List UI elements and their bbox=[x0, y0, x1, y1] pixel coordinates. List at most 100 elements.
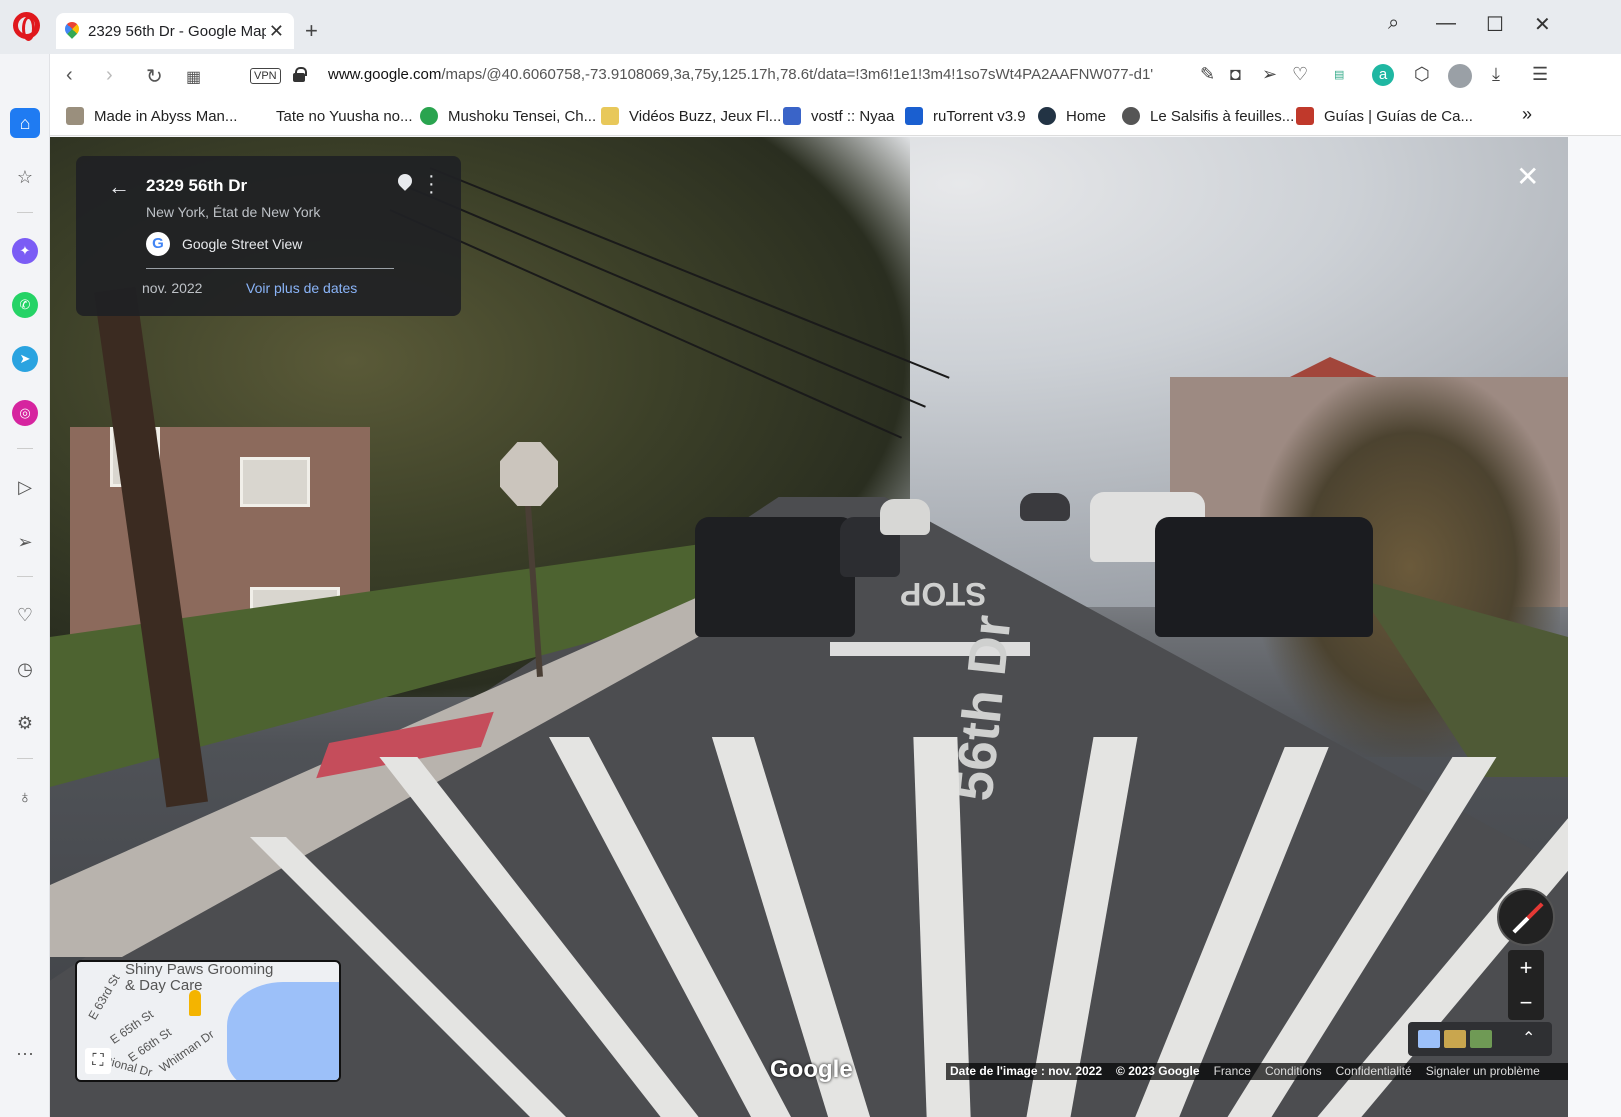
invid-extension-icon[interactable]: ▤ bbox=[1334, 68, 1344, 81]
sidebar-divider bbox=[17, 448, 33, 449]
copyright: © 2023 Google bbox=[1116, 1064, 1200, 1078]
history-icon[interactable]: ◷ bbox=[12, 656, 38, 682]
google-watermark: Google bbox=[770, 1056, 853, 1083]
sidebar-divider bbox=[17, 758, 33, 759]
image-date: Date de l'image : nov. 2022 bbox=[950, 1064, 1103, 1078]
google-logo-icon: G bbox=[146, 232, 170, 256]
back-arrow-icon[interactable]: ← bbox=[108, 174, 130, 200]
bookmark-item[interactable]: Mushoku Tensei, Ch... bbox=[420, 107, 596, 125]
minimap[interactable]: Shiny Paws Grooming & Day Care E 63rd St… bbox=[75, 960, 341, 1082]
address-toolbar: ‹ › ↻ ▦ VPN www.google.com/maps/@40.6060… bbox=[50, 54, 1621, 98]
close-street-view-icon[interactable]: ✕ bbox=[1516, 160, 1539, 193]
telegram-icon[interactable]: ➤ bbox=[12, 346, 38, 372]
download-icon[interactable]: ⤓ bbox=[1492, 64, 1500, 85]
bookmark-item[interactable]: Vidéos Buzz, Jeux Fl... bbox=[601, 107, 781, 125]
zoom-controls: + − bbox=[1508, 950, 1544, 1020]
provider-label: Google Street View bbox=[182, 236, 303, 252]
report-link[interactable]: Signaler un problème bbox=[1426, 1063, 1540, 1080]
minimap-water bbox=[227, 982, 339, 1080]
satellite-thumb-icon[interactable] bbox=[1444, 1030, 1466, 1048]
address-title: 2329 56th Dr bbox=[146, 176, 248, 195]
bookmark-favicon bbox=[420, 107, 438, 125]
snapshot-icon[interactable]: ◘ bbox=[1230, 64, 1241, 85]
terms-link[interactable]: Conditions bbox=[1265, 1063, 1322, 1080]
road-marking-stop: STOP bbox=[900, 576, 987, 612]
bookmark-label: Guías | Guías de Ca... bbox=[1324, 107, 1473, 125]
bookmark-item[interactable]: Made in Abyss Man... bbox=[66, 107, 237, 125]
extension-a-icon[interactable]: a bbox=[1372, 64, 1394, 86]
bookmark-favicon bbox=[66, 107, 84, 125]
parked-suv bbox=[1155, 517, 1373, 637]
zoom-out-button[interactable]: − bbox=[1508, 985, 1544, 1020]
bookmark-item[interactable]: ruTorrent v3.9 bbox=[905, 107, 1026, 125]
expand-up-icon[interactable]: ⌃ bbox=[1522, 1028, 1535, 1048]
bookmark-label: ruTorrent v3.9 bbox=[933, 107, 1026, 125]
close-window-button[interactable]: ✕ bbox=[1534, 12, 1551, 37]
bookmark-favicon bbox=[1296, 107, 1314, 125]
zoom-in-button[interactable]: + bbox=[1508, 950, 1544, 985]
more-options-icon[interactable]: · · · bbox=[428, 166, 435, 202]
heart-icon[interactable]: ♡ bbox=[1292, 64, 1308, 85]
bookmark-item[interactable]: Le Salsifis à feuilles... bbox=[1122, 107, 1294, 125]
capture-date[interactable]: nov. 2022 bbox=[142, 280, 202, 296]
minimap-poi-label: Shiny Paws Grooming & Day Care bbox=[125, 962, 273, 994]
bookmark-label: Tate no Yuusha no... bbox=[276, 107, 413, 125]
star-icon[interactable]: ☆ bbox=[12, 164, 38, 190]
extensions-cube-icon[interactable]: ⬡ bbox=[1414, 64, 1430, 85]
compass-icon[interactable] bbox=[1497, 888, 1555, 946]
bookmark-item[interactable]: Home bbox=[1038, 107, 1106, 125]
player-icon[interactable]: ▷ bbox=[12, 474, 38, 500]
profile-avatar[interactable] bbox=[1448, 64, 1472, 88]
bookmark-item[interactable]: Tate no Yuusha no... bbox=[248, 107, 413, 125]
bookmark-label: vostf :: Nyaa bbox=[811, 107, 895, 125]
bookmark-item[interactable]: Guías | Guías de Ca... bbox=[1296, 107, 1473, 125]
tab-close-icon[interactable]: ✕ bbox=[269, 21, 284, 42]
more-icon[interactable]: ··· bbox=[12, 1040, 38, 1066]
maximize-button[interactable]: ☐ bbox=[1486, 12, 1504, 37]
bookmark-favicon bbox=[248, 107, 266, 125]
bookmark-favicon bbox=[1038, 107, 1056, 125]
vpn-badge[interactable]: VPN bbox=[250, 68, 281, 84]
bulb-icon[interactable]: ♁ bbox=[12, 784, 38, 810]
house-window bbox=[240, 457, 310, 507]
bookmark-item[interactable]: vostf :: Nyaa bbox=[783, 107, 894, 125]
forward-icon[interactable]: › bbox=[106, 64, 113, 87]
edit-icon[interactable]: ✎ bbox=[1200, 64, 1215, 85]
reload-icon[interactable]: ↻ bbox=[146, 64, 163, 89]
streetview-thumb-icon[interactable] bbox=[1470, 1030, 1492, 1048]
new-tab-button[interactable]: + bbox=[305, 18, 318, 44]
heart-icon[interactable]: ♡ bbox=[12, 602, 38, 628]
lock-icon[interactable] bbox=[293, 67, 307, 82]
settings-icon[interactable]: ⚙ bbox=[12, 710, 38, 736]
expand-map-icon[interactable]: ⛶ bbox=[85, 1048, 111, 1074]
minimize-button[interactable]: — bbox=[1436, 12, 1456, 35]
map-thumb-icon[interactable] bbox=[1418, 1030, 1440, 1048]
search-tabs-icon[interactable]: ⌕ bbox=[1388, 12, 1399, 35]
tab-grid-icon[interactable]: ▦ bbox=[186, 67, 201, 87]
back-icon[interactable]: ‹ bbox=[66, 64, 73, 87]
opera-menu-icon[interactable] bbox=[13, 12, 40, 41]
country-link[interactable]: France bbox=[1214, 1063, 1251, 1080]
send-icon[interactable]: ➢ bbox=[12, 529, 38, 555]
street-view-info-card: ← 2329 56th Dr · · · New York, État de New… bbox=[76, 156, 461, 316]
home-icon[interactable]: ⌂ bbox=[10, 108, 40, 138]
easy-setup-icon[interactable]: ☰ bbox=[1532, 64, 1548, 85]
see-more-dates-link[interactable]: Voir plus de dates bbox=[246, 280, 357, 296]
send-icon[interactable]: ➢ bbox=[1262, 64, 1277, 85]
map-pin-icon[interactable] bbox=[398, 174, 412, 194]
whatsapp-icon[interactable]: ✆ bbox=[12, 292, 38, 318]
url-path: /maps/@40.6060758,-73.9108069,3a,75y,125… bbox=[441, 66, 1154, 83]
messenger-icon[interactable]: ✦ bbox=[12, 238, 38, 264]
bookmark-label: Le Salsifis à feuilles... bbox=[1150, 107, 1295, 125]
bookmarks-bar: Made in Abyss Man... Tate no Yuusha no..… bbox=[50, 98, 1621, 136]
tab-google-maps[interactable]: 2329 56th Dr - Google Maps ✕ bbox=[56, 13, 294, 49]
parked-car bbox=[1020, 493, 1070, 521]
address-field[interactable]: www.google.com/maps/@40.6060758,-73.9108… bbox=[328, 66, 1253, 83]
instagram-icon[interactable]: ◎ bbox=[12, 400, 38, 426]
privacy-link[interactable]: Confidentialité bbox=[1336, 1063, 1412, 1080]
tab-title: 2329 56th Dr - Google Maps bbox=[88, 22, 266, 40]
bookmarks-overflow-icon[interactable]: » bbox=[1522, 104, 1532, 125]
imagery-thumbnails[interactable]: ⌃ bbox=[1408, 1022, 1552, 1056]
attribution-footer: Date de l'image : nov. 2022 © 2023 Googl… bbox=[946, 1063, 1568, 1080]
tab-strip: 2329 56th Dr - Google Maps ✕ + ⌕ — ☐ ✕ bbox=[0, 0, 1621, 54]
